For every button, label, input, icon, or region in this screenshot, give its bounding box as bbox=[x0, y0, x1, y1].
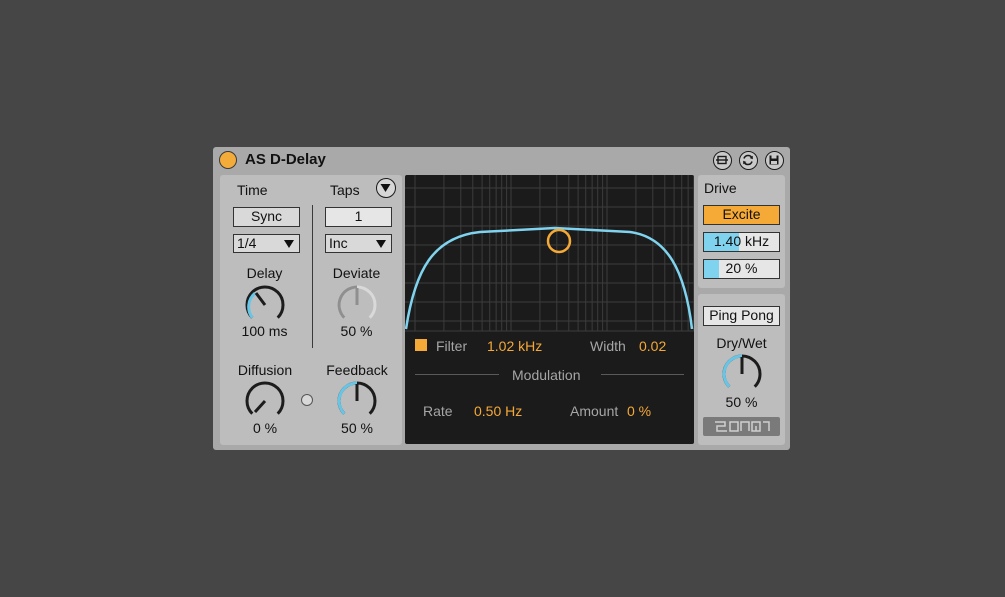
time-division-dropdown[interactable]: 1/4 bbox=[233, 234, 300, 253]
filter-display: Filter 1.02 kHz Width 0.02 Modulation Ra… bbox=[405, 175, 694, 444]
taps-count-field[interactable]: 1 bbox=[325, 207, 392, 227]
diffusion-label: Diffusion bbox=[237, 362, 293, 378]
drive-heading: Drive bbox=[704, 180, 737, 196]
brand-logo bbox=[703, 417, 780, 436]
rate-label: Rate bbox=[423, 403, 453, 419]
drive-frequency-value: 1.40 kHz bbox=[713, 233, 770, 249]
diffusion-value: 0 % bbox=[252, 420, 278, 436]
device-title: AS D-Delay bbox=[245, 151, 326, 168]
filter-handle[interactable] bbox=[546, 228, 572, 254]
time-division-value: 1/4 bbox=[237, 235, 257, 251]
feedback-toggle-led[interactable] bbox=[301, 394, 313, 406]
device-panel: AS D-Delay Time Taps Sync 1/4 1 Inc Dela… bbox=[213, 147, 790, 450]
hot-swap-icon[interactable] bbox=[713, 151, 732, 170]
delay-value: 100 ms bbox=[241, 323, 288, 339]
delay-section: Time Taps Sync 1/4 1 Inc Delay 100 ms De… bbox=[220, 175, 402, 445]
chevron-down-icon bbox=[376, 240, 386, 248]
feedback-value: 50 % bbox=[341, 420, 373, 436]
filter-frequency-value[interactable]: 1.02 kHz bbox=[487, 338, 542, 354]
ping-pong-toggle[interactable]: Ping Pong bbox=[703, 306, 780, 326]
deviate-knob[interactable] bbox=[335, 283, 379, 327]
filter-width-value[interactable]: 0.02 bbox=[639, 338, 666, 354]
deviate-label: Deviate bbox=[332, 265, 381, 281]
filter-label: Filter bbox=[436, 338, 468, 354]
feedback-knob[interactable] bbox=[335, 379, 379, 423]
taps-expand-button[interactable] bbox=[376, 178, 396, 198]
filter-grid bbox=[405, 175, 694, 332]
drive-mode-button[interactable]: Excite bbox=[703, 205, 780, 225]
time-heading: Time bbox=[237, 182, 268, 198]
rate-value[interactable]: 0.50 Hz bbox=[474, 403, 522, 419]
save-icon[interactable] bbox=[765, 151, 784, 170]
triangle-down-icon bbox=[380, 184, 391, 192]
device-title-bar: AS D-Delay bbox=[213, 147, 790, 173]
taps-heading: Taps bbox=[330, 182, 360, 198]
diffusion-knob[interactable] bbox=[243, 379, 287, 423]
feedback-label: Feedback bbox=[326, 362, 388, 378]
drive-amount-fill bbox=[704, 260, 719, 278]
delay-knob[interactable] bbox=[243, 283, 287, 327]
section-divider bbox=[312, 205, 313, 348]
drive-frequency-slider[interactable]: 1.40 kHz bbox=[703, 232, 780, 252]
modulation-separator-right bbox=[601, 374, 684, 375]
filter-width-label: Width bbox=[590, 338, 626, 354]
amount-value[interactable]: 0 % bbox=[627, 403, 651, 419]
logo-icon bbox=[715, 421, 770, 432]
delay-label: Delay bbox=[246, 265, 283, 281]
drywet-label: Dry/Wet bbox=[716, 335, 767, 351]
drywet-knob[interactable] bbox=[720, 352, 764, 396]
refresh-icon[interactable] bbox=[739, 151, 758, 170]
device-power-button[interactable] bbox=[219, 151, 237, 169]
chevron-down-icon bbox=[284, 240, 294, 248]
taps-mode-value: Inc bbox=[329, 235, 348, 251]
taps-mode-dropdown[interactable]: Inc bbox=[325, 234, 392, 253]
sync-toggle[interactable]: Sync bbox=[233, 207, 300, 227]
drive-amount-slider[interactable]: 20 % bbox=[703, 259, 780, 279]
modulation-heading: Modulation bbox=[512, 367, 581, 383]
drive-section: Drive Excite 1.40 kHz 20 % bbox=[698, 175, 785, 288]
modulation-separator-left bbox=[415, 374, 499, 375]
amount-label: Amount bbox=[570, 403, 619, 419]
drive-amount-value: 20 % bbox=[725, 260, 758, 276]
output-section: Ping Pong Dry/Wet 50 % bbox=[698, 294, 785, 445]
filter-enable-toggle[interactable] bbox=[415, 339, 427, 351]
drywet-value: 50 % bbox=[725, 394, 758, 410]
deviate-value: 50 % bbox=[340, 323, 373, 339]
